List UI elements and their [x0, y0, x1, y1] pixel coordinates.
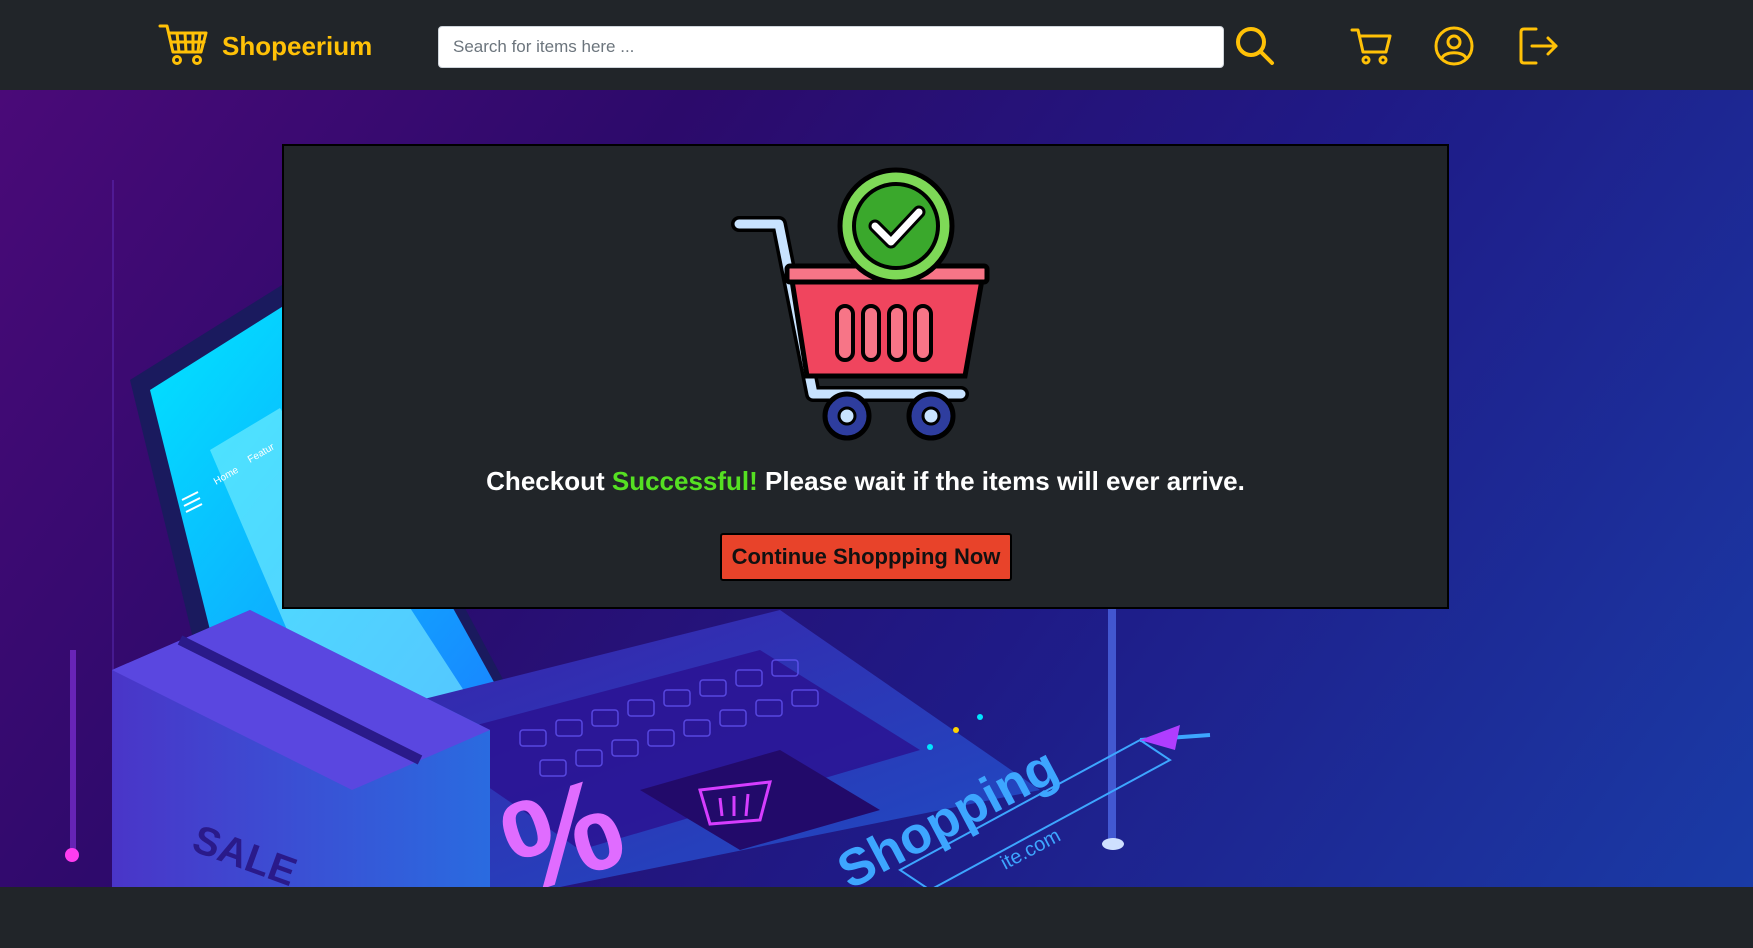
brand-cart-icon [158, 22, 208, 71]
logout-button[interactable] [1516, 24, 1562, 70]
navbar: Shopeerium [0, 0, 1753, 90]
account-button[interactable] [1431, 24, 1477, 70]
cart-button[interactable] [1348, 24, 1394, 70]
search-button[interactable] [1232, 24, 1278, 70]
url-fragment: ite.com [997, 825, 1064, 875]
continue-shopping-button[interactable]: Continue Shoppping Now [720, 533, 1012, 581]
logout-icon [1518, 25, 1560, 70]
message-success-highlight: Successful! [611, 466, 758, 496]
brand-link[interactable]: Shopeerium [158, 22, 372, 70]
search-icon [1234, 25, 1276, 70]
message-prefix: Checkout [486, 466, 605, 496]
cart-success-icon [721, 166, 1011, 461]
user-icon [1433, 25, 1475, 70]
checkout-message: Checkout Successful! Please wait if the … [284, 466, 1447, 497]
search-input[interactable] [438, 26, 1224, 68]
checkout-success-modal: Checkout Successful! Please wait if the … [282, 144, 1449, 609]
cart-icon [1350, 26, 1392, 69]
message-suffix: Please wait if the items will ever arriv… [765, 466, 1245, 496]
brand-name: Shopeerium [222, 30, 373, 61]
